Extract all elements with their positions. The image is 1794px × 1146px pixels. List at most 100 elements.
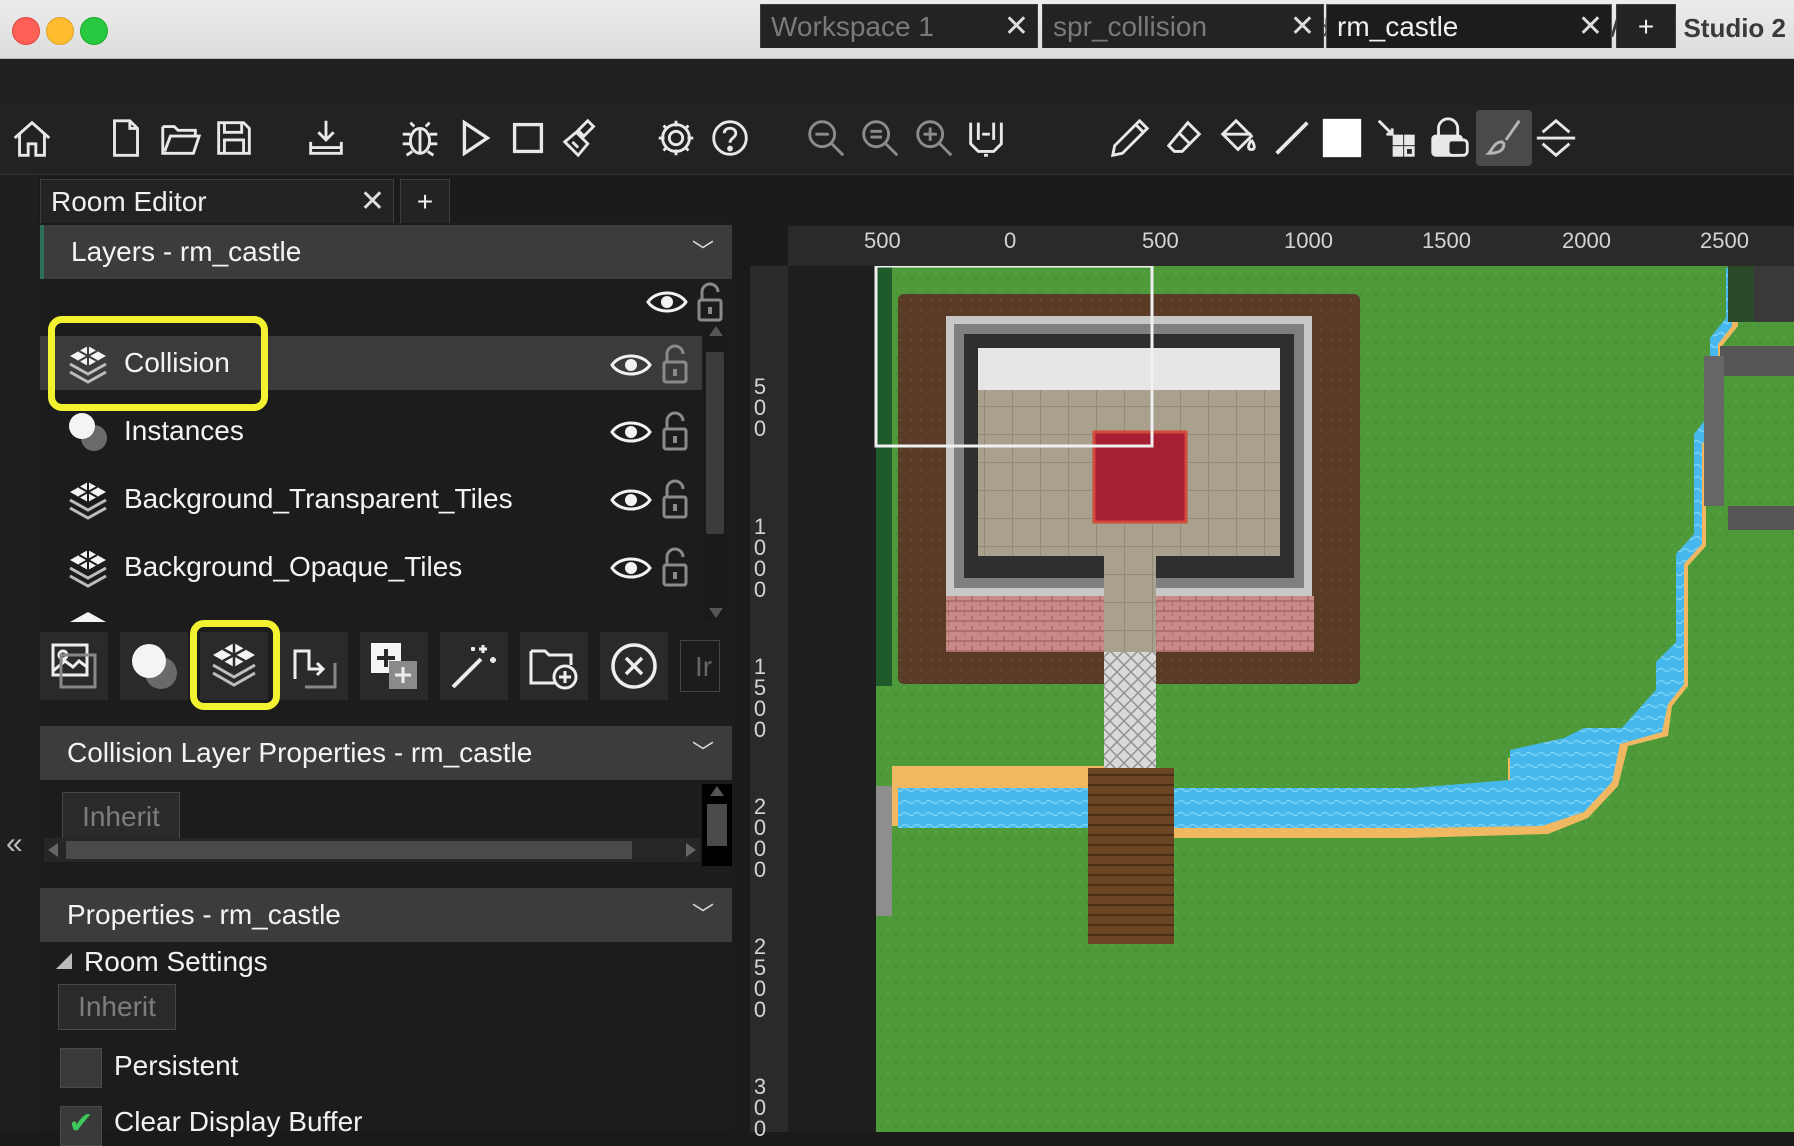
visibility-eye-icon[interactable] [610,418,652,446]
clear-display-buffer-label: Clear Display Buffer [114,1106,363,1137]
horizontal-scrollbar-thumb[interactable] [66,841,632,859]
fill-icon[interactable] [1210,110,1266,166]
maximize-window-button[interactable] [80,17,108,45]
horizontal-scrollbar[interactable] [44,838,700,862]
tab-spr-collision[interactable]: spr_collision ✕ [1042,4,1324,48]
save-icon[interactable] [206,110,262,166]
persistent-checkbox[interactable] [60,1048,102,1088]
toggle-all-visibility-icon[interactable] [646,288,688,316]
chevron-down-icon[interactable]: ﹀ [692,225,714,279]
close-tab-icon[interactable]: ✕ [1578,5,1603,48]
ruler-label: 500 [1142,228,1179,253]
help-icon[interactable] [702,110,758,166]
add-tab-button[interactable]: + [1616,4,1676,48]
visibility-eye-icon[interactable] [610,554,652,582]
stop-icon[interactable] [500,110,556,166]
layers-scrollbar[interactable] [704,328,726,620]
tab-room-editor[interactable]: Room Editor ✕ [40,179,394,223]
rectangle-icon[interactable] [1314,110,1370,166]
debug-icon[interactable] [392,110,448,166]
room-canvas[interactable] [788,266,1794,1132]
scroll-down-arrow-icon[interactable] [709,608,723,618]
ruler-label: 0 [1004,228,1017,253]
settings-icon[interactable] [648,110,704,166]
close-tab-icon[interactable]: ✕ [1004,5,1029,48]
layer-inherit-button-truncated[interactable]: Ir [680,640,720,692]
home-icon[interactable] [4,110,60,166]
lock-icon[interactable] [661,479,689,521]
close-tab-icon[interactable]: ✕ [1290,5,1315,48]
tab-rm-castle-label: rm_castle [1337,11,1459,42]
fit-room-icon[interactable] [958,110,1014,166]
lock-icon[interactable] [661,547,689,589]
properties-title: Properties - rm_castle [67,899,341,930]
collision-inherit-button[interactable]: Inherit [62,792,180,842]
scroll-right-arrow-icon[interactable] [686,843,696,857]
clean-icon[interactable] [554,110,610,166]
clear-display-buffer-checkbox[interactable]: ✔ [60,1106,102,1146]
brush-active-icon[interactable] [1476,110,1532,166]
collapse-panel-button[interactable]: « [6,827,23,861]
visibility-eye-icon[interactable] [610,351,652,379]
tab-workspace-1[interactable]: Workspace 1 ✕ [760,4,1038,48]
open-folder-icon[interactable] [152,110,208,166]
inverse-fill-icon[interactable] [1368,110,1424,166]
run-icon[interactable] [446,110,502,166]
delete-layer-button[interactable] [600,632,668,700]
vertical-scrollbar-thumb[interactable] [707,804,727,846]
ruler-label: 500 [753,374,767,441]
zoom-reset-icon[interactable] [852,110,908,166]
add-tab-button[interactable]: + [400,179,450,223]
tab-spr-collision-label: spr_collision [1053,11,1208,42]
zoom-in-icon[interactable] [906,110,962,166]
new-file-icon[interactable] [98,110,154,166]
ruler-label: 500 [864,228,901,253]
scroll-up-arrow-icon[interactable] [709,326,723,336]
minimize-window-button[interactable] [46,17,74,45]
tile-layer-icon [70,612,106,622]
expand-triangle-icon[interactable] [56,953,72,969]
add-asset-layer-button[interactable] [360,632,428,700]
chevron-down-icon[interactable]: ﹀ [692,888,714,942]
scroll-up-arrow-icon[interactable] [710,786,724,796]
properties-header[interactable]: Properties - rm_castle ﹀ [40,888,732,942]
ruler-label: 1500 [753,654,767,742]
lock-icon[interactable] [661,411,689,453]
lock-tool-icon[interactable] [1422,110,1478,166]
add-background-layer-button[interactable] [40,632,108,700]
layers-header[interactable]: Layers - rm_castle ﹀ [40,225,732,279]
lock-all-icon[interactable] [696,282,724,324]
more-tools-icon[interactable] [1528,110,1584,166]
scroll-left-arrow-icon[interactable] [48,843,58,857]
zoom-out-icon[interactable] [798,110,854,166]
vertical-scrollbar[interactable] [702,784,732,866]
eraser-icon[interactable] [1156,110,1212,166]
create-executable-icon[interactable] [298,110,354,166]
layer-row-background-transparent[interactable]: Background_Transparent_Tiles [40,470,700,528]
lock-icon[interactable] [661,344,689,386]
add-effect-layer-button[interactable] [440,632,508,700]
close-window-button[interactable] [12,17,40,45]
tab-workspace-1-label: Workspace 1 [771,11,934,42]
left-collapse-gutter: « [0,175,38,1132]
add-path-layer-button[interactable] [280,632,348,700]
add-layer-folder-button[interactable] [520,632,588,700]
tab-rm-castle[interactable]: rm_castle ✕ [1326,4,1612,48]
persistent-label: Persistent [114,1050,239,1081]
visibility-eye-icon[interactable] [610,486,652,514]
layers-scrollbar-thumb[interactable] [706,352,724,534]
ruler-label: 2500 [753,934,767,1022]
close-tab-icon[interactable]: ✕ [360,180,385,223]
instance-layer-icon [69,413,107,451]
ruler-label: 1000 [753,514,767,602]
pencil-icon[interactable] [1102,110,1158,166]
left-tab-bar: Room Editor ✕ + [38,175,734,223]
collision-layer-properties-header[interactable]: Collision Layer Properties - rm_castle ﹀ [40,726,732,780]
add-instance-layer-button[interactable] [120,632,188,700]
line-icon[interactable] [1264,110,1320,166]
room-inherit-button[interactable]: Inherit [58,984,176,1030]
layer-row-background-opaque[interactable]: Background_Opaque_Tiles [40,538,700,596]
ruler-label: 2000 [753,794,767,882]
menu-strip [0,59,1794,106]
chevron-down-icon[interactable]: ﹀ [692,726,714,780]
